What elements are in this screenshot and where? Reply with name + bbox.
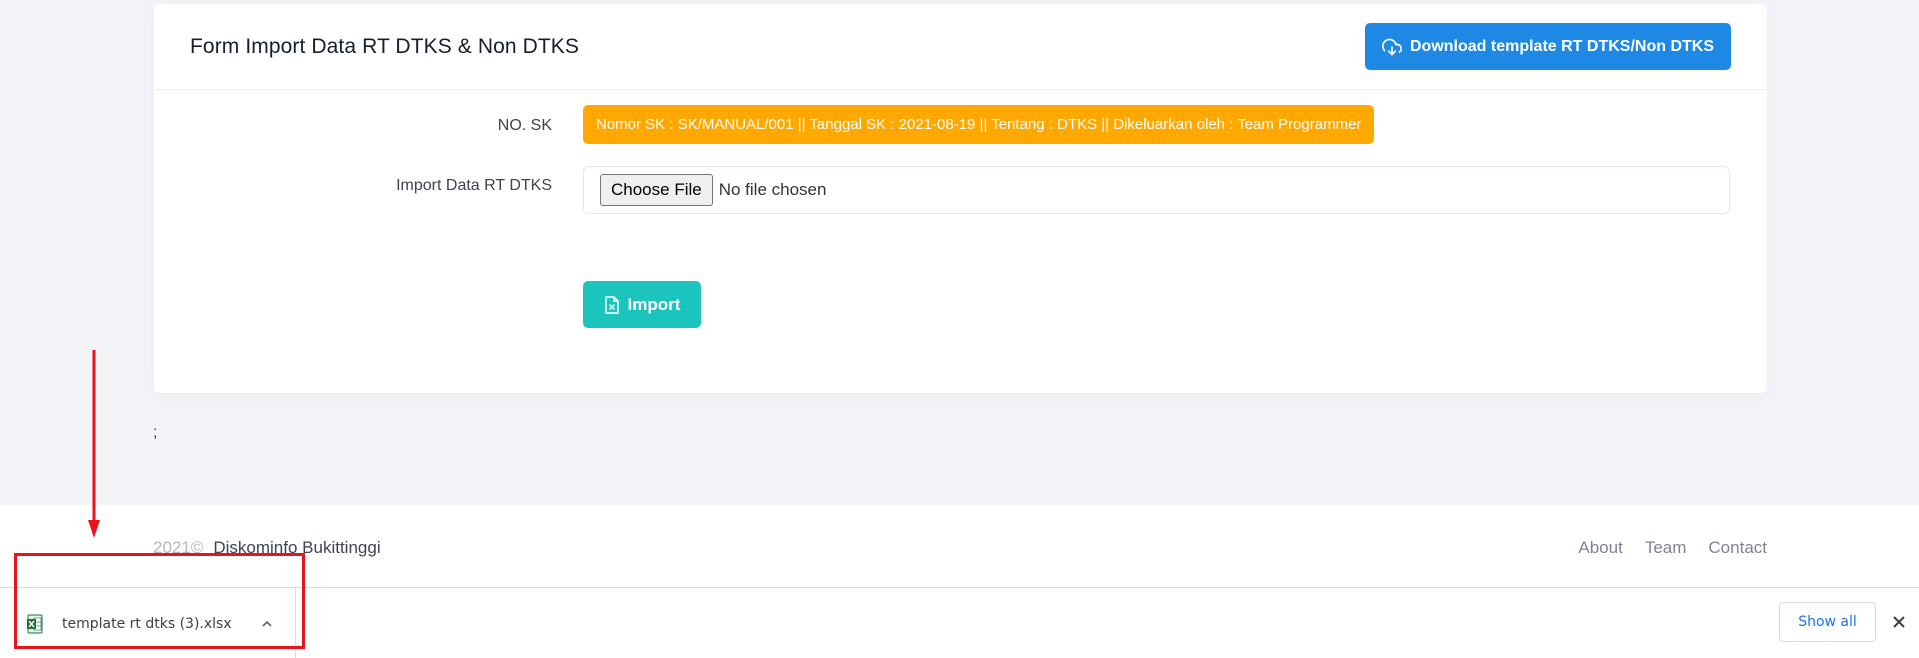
annotation-arrow-icon [88,350,100,538]
choose-file-button[interactable]: Choose File [600,174,713,206]
import-form-card: Form Import Data RT DTKS & Non DTKS Down… [154,4,1767,393]
import-button[interactable]: Import [583,281,701,328]
annotation-highlight-box [14,553,305,649]
excel-file-icon [604,295,619,314]
file-input[interactable]: Choose File No file chosen [583,166,1730,214]
no-file-text: No file chosen [718,180,827,199]
footer-link-contact[interactable]: Contact [1708,538,1767,558]
import-label: Import Data RT DTKS [396,177,552,194]
sk-label: NO. SK [497,117,552,134]
show-all-button[interactable]: Show all [1779,602,1876,642]
import-button-label: Import [627,294,681,314]
card-header: Form Import Data RT DTKS & Non DTKS Down… [154,4,1767,90]
footer-link-about[interactable]: About [1578,538,1622,558]
sk-badge: Nomor SK : SK/MANUAL/001 || Tanggal SK :… [583,105,1375,144]
footer-nav: About Team Contact [1578,538,1767,558]
close-icon[interactable] [1891,614,1907,630]
card-title: Form Import Data RT DTKS & Non DTKS [190,34,579,58]
cloud-download-icon [1382,38,1402,55]
download-template-label: Download template RT DTKS/Non DTKS [1410,37,1714,55]
stray-semicolon: ; [153,424,158,441]
footer-link-team[interactable]: Team [1645,538,1687,558]
download-template-button[interactable]: Download template RT DTKS/Non DTKS [1365,23,1731,70]
